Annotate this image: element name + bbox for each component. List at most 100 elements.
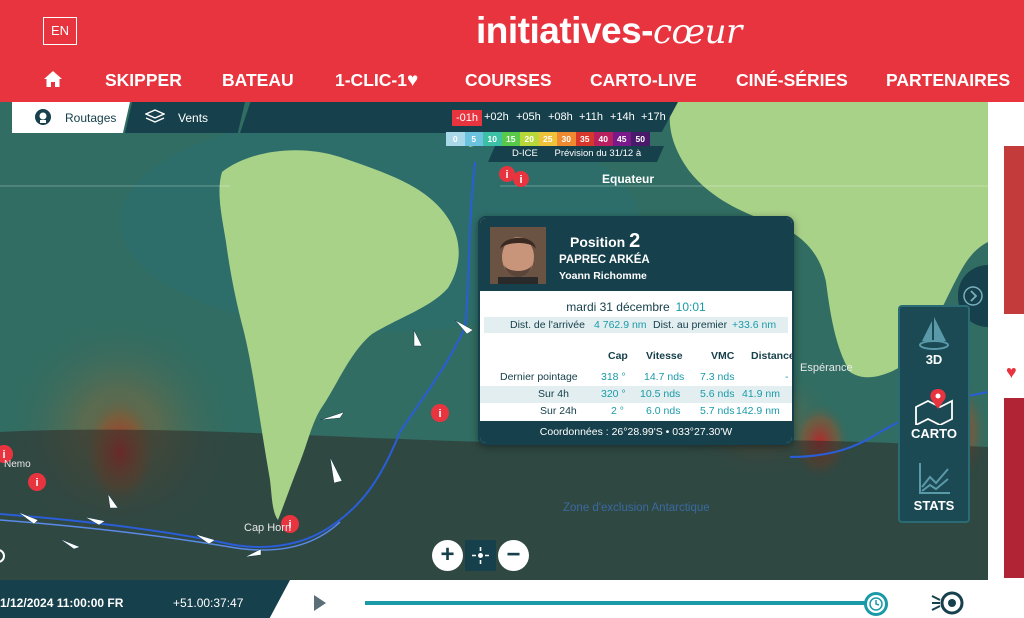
time-value: 10:01 — [675, 300, 706, 314]
wind-scale-step: 0 — [446, 132, 465, 146]
dist-premier-value: +33.6 nm — [732, 319, 777, 331]
nav-partenaires[interactable]: PARTENAIRES — [886, 70, 1010, 91]
view-stats-button[interactable]: STATS — [900, 459, 968, 513]
timeline-datetime: 1/12/2024 11:00:00 FR — [0, 596, 124, 610]
distance-row: Dist. de l'arrivée 4 762.9 nm Dist. au p… — [484, 317, 788, 333]
table-row: Dernier pointage 318 ° 14.7 nds 7.3 nds … — [480, 369, 792, 386]
col-cap: Cap — [608, 350, 628, 362]
nav-cine-series[interactable]: CINÉ-SÉRIES — [736, 70, 848, 91]
label-esperance: Espérance — [800, 362, 853, 374]
layers-icon — [145, 109, 165, 123]
row-vmc: 5.6 nds — [700, 388, 735, 400]
boat-name: PAPREC ARKÉA — [559, 254, 650, 266]
view-carto-label: CARTO — [911, 426, 957, 441]
label-cap-horn: Cap Horn — [244, 522, 292, 534]
race-logo-icon — [931, 591, 964, 615]
site-header: EN initiatives-cœur SKIPPER BATEAU 1-CLI… — [0, 0, 1024, 102]
heart-icon: ♥ — [406, 70, 419, 91]
wind-scale-step: 15 — [501, 132, 520, 146]
view-panel: 3D CARTO STATS — [898, 305, 970, 523]
position-label: Position — [570, 234, 626, 250]
forecast-source: D-ICE — [512, 148, 538, 159]
hour-plus-02[interactable]: +02h — [484, 111, 509, 123]
zoom-in-button[interactable]: + — [432, 540, 463, 571]
view-carto-button[interactable]: CARTO — [900, 387, 968, 441]
vents-tab[interactable]: Vents — [125, 102, 245, 133]
routages-tab[interactable]: Routages — [12, 102, 130, 133]
nav-skipper[interactable]: SKIPPER — [105, 70, 182, 91]
popup-header: Position 2 PAPREC ARKÉA Yoann Richomme — [480, 218, 792, 291]
stats-table: Cap Vitesse VMC Distance Dernier pointag… — [480, 348, 792, 420]
popup-date: mardi 31 décembre 10:01 — [480, 300, 792, 314]
wind-scale-step: 25 — [538, 132, 557, 146]
timeline-elapsed: +51.00:37:47 — [173, 596, 244, 610]
center-button[interactable] — [465, 540, 496, 571]
hour-plus-14[interactable]: +14h — [610, 111, 635, 123]
zoom-out-button[interactable]: − — [498, 540, 529, 571]
wind-scale-step: 45 — [612, 132, 631, 146]
play-button[interactable] — [314, 595, 326, 611]
crosshair-icon — [472, 547, 489, 564]
hour-minus-01[interactable]: -01h — [452, 110, 483, 126]
dist-arrivee-label: Dist. de l'arrivée — [510, 319, 585, 331]
home-icon[interactable] — [43, 70, 63, 88]
nav-bateau[interactable]: BATEAU — [222, 70, 294, 91]
row-cap: 2 ° — [611, 405, 624, 417]
zoom-controls: + − — [432, 540, 529, 571]
table-header: Cap Vitesse VMC Distance — [480, 348, 792, 365]
hour-plus-17[interactable]: +17h — [641, 111, 666, 123]
label-equateur: Equateur — [602, 172, 655, 186]
view-3d-button[interactable]: 3D — [900, 313, 968, 367]
map-pin-icon — [915, 389, 953, 427]
vents-label: Vents — [178, 111, 209, 125]
view-stats-label: STATS — [913, 498, 955, 513]
row-cap: 318 ° — [601, 371, 626, 383]
ranking-position: Position 2 — [570, 230, 640, 253]
svg-text:i: i — [519, 174, 522, 186]
nav-courses[interactable]: COURSES — [465, 70, 552, 91]
ad-image[interactable] — [1004, 146, 1024, 314]
wind-scale-step: 20 — [520, 132, 539, 146]
hour-plus-11[interactable]: +11h — [579, 111, 603, 123]
sailboat-3d-icon — [919, 317, 949, 350]
site-logo[interactable]: initiatives-cœur — [476, 10, 742, 52]
view-3d-label: 3D — [925, 352, 943, 367]
forecast-info: D-ICE Prévision du 31/12 à 10:00 FR — [488, 146, 664, 162]
row-label: Sur 4h — [538, 388, 569, 400]
main-nav: SKIPPER BATEAU 1-CLIC-1♥ COURSES CARTO-L… — [0, 66, 1024, 96]
ad-image[interactable] — [1004, 398, 1024, 578]
skipper-popup: Position 2 PAPREC ARKÉA Yoann Richomme m… — [478, 216, 794, 445]
nav-carto-live[interactable]: CARTO-LIVE — [590, 70, 697, 91]
timeline-handle[interactable] — [864, 592, 888, 616]
skipper-name: Yoann Richomme — [559, 270, 647, 282]
language-switch[interactable]: EN — [43, 17, 77, 45]
hour-plus-08[interactable]: +08h — [548, 111, 573, 123]
coordinates: Coordonnées : 26°28.99'S • 033°27.30'W — [480, 421, 792, 443]
row-vitesse: 6.0 nds — [646, 405, 681, 417]
row-distance: - — [785, 371, 789, 383]
col-vmc: VMC — [711, 350, 735, 362]
label-nemo: Nemo — [4, 459, 31, 470]
date-value: mardi 31 décembre — [566, 300, 670, 314]
row-label: Dernier pointage — [500, 371, 578, 383]
row-cap: 320 ° — [601, 388, 626, 400]
row-distance: 142.9 nm — [736, 405, 780, 417]
wind-scale-step: 30 — [557, 132, 576, 146]
helmet-icon — [35, 109, 51, 125]
table-row: Sur 4h 320 ° 10.5 nds 5.6 nds 41.9 nm — [480, 386, 792, 403]
clock-icon — [869, 597, 883, 611]
col-vitesse: Vitesse — [646, 350, 683, 362]
row-distance: 41.9 nm — [742, 388, 780, 400]
wind-scale: 0 5 10 15 20 25 30 35 40 45 50 — [446, 132, 650, 146]
gear-icon[interactable] — [0, 545, 8, 567]
wind-scale-step: 5 — [464, 132, 483, 146]
toolbar-spacer — [240, 102, 450, 133]
position-value: 2 — [629, 230, 641, 252]
hour-plus-05[interactable]: +05h — [516, 111, 541, 123]
routages-label: Routages — [65, 111, 117, 125]
row-vitesse: 10.5 nds — [640, 388, 681, 400]
dist-premier-label: Dist. au premier — [653, 319, 728, 331]
stats-chart-icon — [919, 463, 950, 494]
svg-text:i: i — [505, 169, 508, 181]
nav-1-clic-1[interactable]: 1-CLIC-1♥ — [335, 70, 418, 92]
